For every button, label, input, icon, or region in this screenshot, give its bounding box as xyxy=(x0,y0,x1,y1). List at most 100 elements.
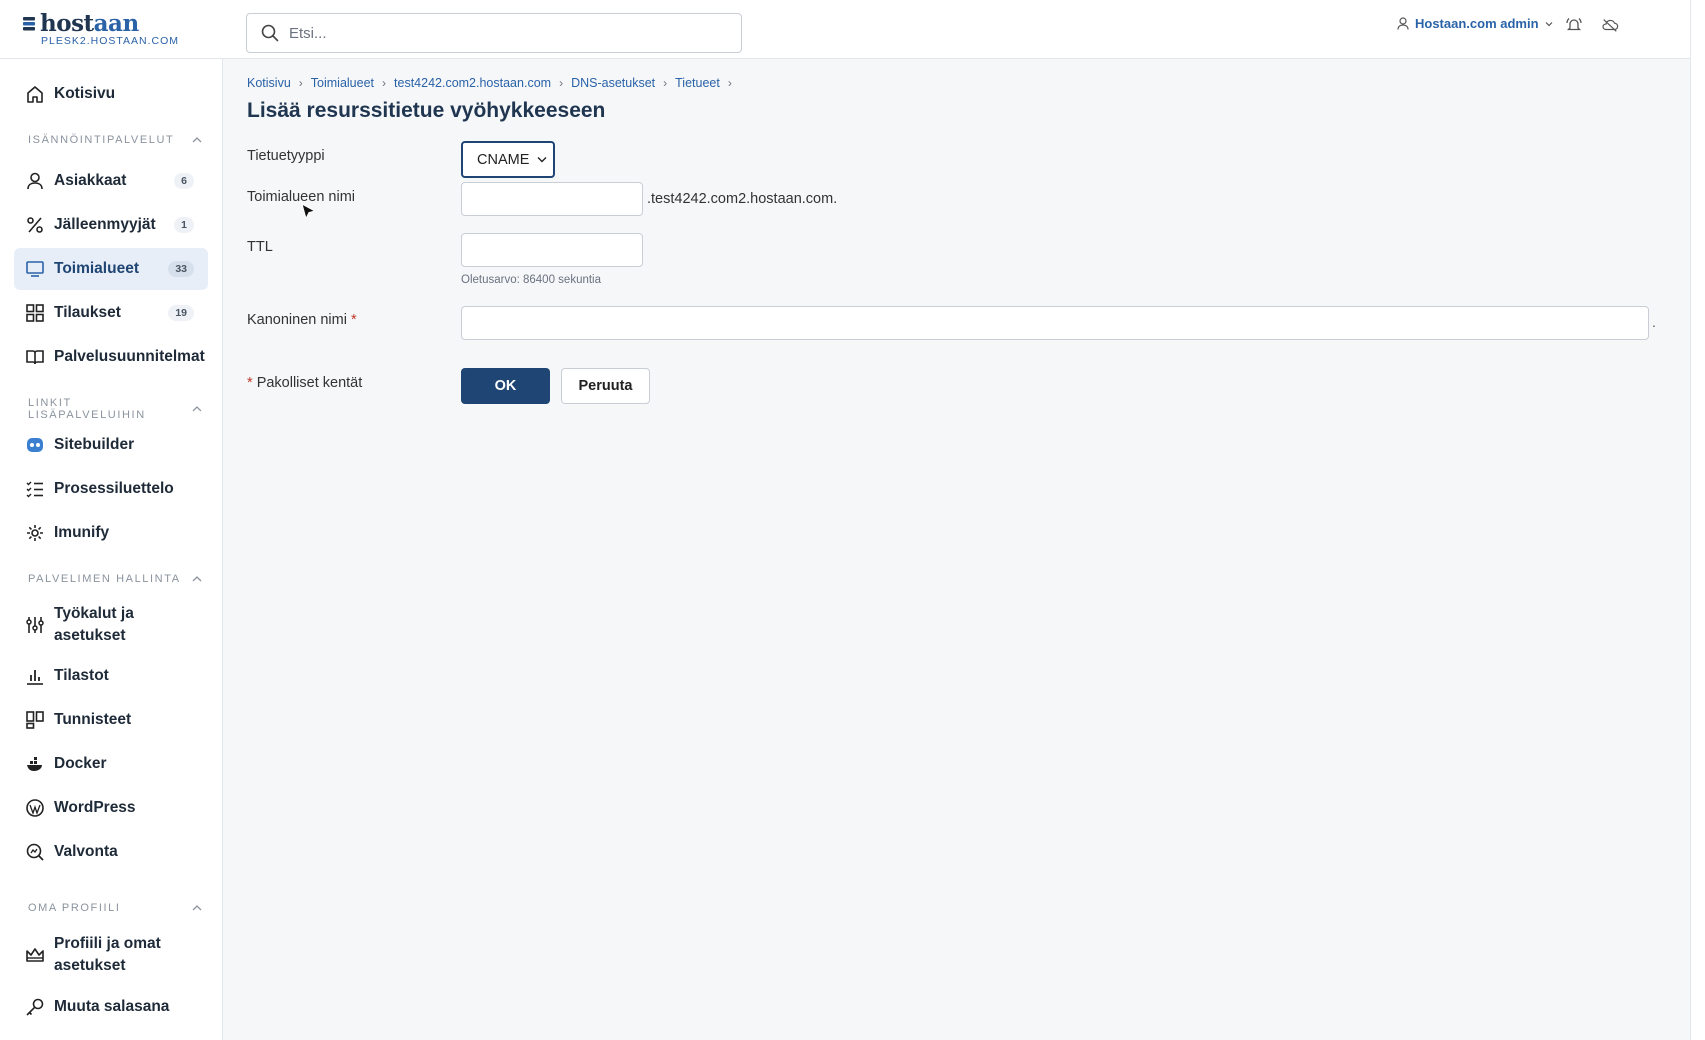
sliders-icon xyxy=(25,615,45,635)
count-badge: 33 xyxy=(168,261,194,277)
sidebar-item-domains[interactable]: Toimialueet 33 xyxy=(14,248,208,290)
sidebar-item-tools[interactable]: Työkalut ja asetukset xyxy=(14,599,208,651)
wordpress-icon xyxy=(25,798,45,818)
ttl-field[interactable] xyxy=(461,233,643,267)
bell-icon[interactable] xyxy=(1565,16,1583,34)
domain-suffix: .test4242.com2.hostaan.com. xyxy=(647,191,838,207)
chevron-right-icon: › xyxy=(727,76,732,90)
sidebar-item-processes[interactable]: Prosessiluettelo xyxy=(14,468,208,510)
brand-logo[interactable]: hostaan PLESK2.HOSTAAN.COM xyxy=(22,10,179,47)
gear-icon xyxy=(25,523,45,543)
section-title: LINKIT LISÄPALVELUIHIN xyxy=(28,397,146,421)
scrollbar-track[interactable] xyxy=(1690,0,1705,1040)
layout-icon xyxy=(25,710,45,730)
section-header-hosting[interactable]: ISÄNNÖINTIPALVELUT xyxy=(28,134,202,146)
record-type-select[interactable]: CNAME xyxy=(461,141,555,178)
canonical-suffix: . xyxy=(1652,314,1656,330)
bar-chart-icon xyxy=(25,666,45,686)
required-note: * Pakolliset kentät xyxy=(247,375,363,391)
ttl-label: TTL xyxy=(247,239,273,255)
chevron-down-icon xyxy=(537,157,547,163)
user-icon xyxy=(1397,17,1409,30)
cancel-button[interactable]: Peruuta xyxy=(561,368,650,404)
sidebar-item-wordpress[interactable]: WordPress xyxy=(14,787,208,829)
search-icon xyxy=(261,24,279,42)
canonical-name-field[interactable] xyxy=(461,306,1649,340)
chevron-down-icon xyxy=(1545,21,1552,26)
record-type-label: Tietuetyyppi xyxy=(247,148,325,164)
ok-button[interactable]: OK xyxy=(461,368,550,404)
breadcrumb-link[interactable]: DNS-asetukset xyxy=(571,76,655,90)
user-menu[interactable]: Hostaan.com admin xyxy=(1397,16,1553,31)
cloud-icon[interactable] xyxy=(1601,16,1619,34)
chevron-up-icon xyxy=(192,576,202,582)
checklist-icon xyxy=(25,479,45,499)
chevron-right-icon: › xyxy=(298,76,303,90)
count-badge: 1 xyxy=(174,217,194,233)
section-header-profile[interactable]: OMA PROFIILI xyxy=(28,902,202,914)
sidebar-item-imunify[interactable]: Imunify xyxy=(14,512,208,554)
chevron-up-icon xyxy=(192,406,202,412)
sidebar-item-label: Asiakkaat xyxy=(54,172,127,189)
search-box[interactable] xyxy=(246,13,742,53)
magnifier-chart-icon xyxy=(25,842,45,862)
canonical-name-label: Kanoninen nimi * xyxy=(247,312,357,328)
sidebar-item-home[interactable]: Kotisivu xyxy=(14,73,208,115)
user-icon xyxy=(25,171,45,191)
sidebar-item-label: Valvonta xyxy=(54,843,118,860)
sidebar-item-customers[interactable]: Asiakkaat 6 xyxy=(14,160,208,202)
home-icon xyxy=(25,84,45,104)
percent-icon xyxy=(25,215,45,235)
sidebar-item-label: Tilastot xyxy=(54,667,109,684)
chevron-right-icon: › xyxy=(559,76,564,90)
user-name: Hostaan.com admin xyxy=(1415,16,1539,31)
sidebar-item-docker[interactable]: Docker xyxy=(14,743,208,785)
ttl-hint: Oletusarvo: 86400 sekuntia xyxy=(461,274,602,286)
sidebar-item-password[interactable]: Muuta salasana xyxy=(14,986,208,1028)
count-badge: 6 xyxy=(174,173,194,189)
section-title: OMA PROFIILI xyxy=(28,902,121,914)
sidebar-item-label: Jälleenmyyjät xyxy=(54,216,156,233)
chevron-up-icon xyxy=(192,137,202,143)
chevron-up-icon xyxy=(192,905,202,911)
monitor-icon xyxy=(25,259,45,279)
required-marker: * xyxy=(247,375,253,391)
sidebar-item-stats[interactable]: Tilastot xyxy=(14,655,208,697)
section-header-links[interactable]: LINKIT LISÄPALVELUIHIN xyxy=(28,397,202,421)
breadcrumb-link[interactable]: Kotisivu xyxy=(247,76,291,90)
book-icon xyxy=(25,347,45,367)
sidebar-item-label: Palvelusuunnitelmat xyxy=(54,348,205,365)
domain-name-field[interactable] xyxy=(461,182,643,216)
sidebar-item-sitebuilder[interactable]: Sitebuilder xyxy=(14,424,208,466)
chevron-right-icon: › xyxy=(663,76,668,90)
sidebar-item-subscriptions[interactable]: Tilaukset 19 xyxy=(14,292,208,334)
page-title: Lisää resurssitietue vyöhykkeeseen xyxy=(247,99,606,122)
breadcrumb-link[interactable]: Tietueet xyxy=(675,76,720,90)
sidebar-item-label: WordPress xyxy=(54,799,136,816)
brand-name: hostaan xyxy=(40,10,139,37)
sidebar-item-label: Tunnisteet xyxy=(54,711,132,728)
sidebar-item-resellers[interactable]: Jälleenmyyjät 1 xyxy=(14,204,208,246)
sidebar-item-label: Muuta salasana xyxy=(54,998,170,1015)
sidebar-item-profile[interactable]: Profiili ja omat asetukset xyxy=(14,929,208,981)
breadcrumb: Kotisivu › Toimialueet › test4242.com2.h… xyxy=(247,76,740,90)
sidebar-item-label: Työkalut ja asetukset xyxy=(54,605,134,644)
count-badge: 19 xyxy=(168,305,194,321)
section-title: PALVELIMEN HALLINTA xyxy=(28,573,181,585)
section-title: ISÄNNÖINTIPALVELUT xyxy=(28,134,175,146)
record-type-value: CNAME xyxy=(477,151,530,168)
sidebar-item-plans[interactable]: Palvelusuunnitelmat xyxy=(14,336,208,378)
breadcrumb-link[interactable]: Toimialueet xyxy=(311,76,374,90)
search-input[interactable] xyxy=(289,24,709,42)
sidebar-item-monitoring[interactable]: Valvonta xyxy=(14,831,208,873)
section-header-server[interactable]: PALVELIMEN HALLINTA xyxy=(28,573,202,585)
server-stack-icon xyxy=(23,16,35,30)
sidebar-item-ids[interactable]: Tunnisteet xyxy=(14,699,208,741)
sidebar-item-label: Imunify xyxy=(54,524,110,541)
crown-icon xyxy=(25,945,45,965)
chevron-right-icon: › xyxy=(382,76,387,90)
mouse-pointer-icon xyxy=(301,203,317,220)
sidebar-item-label: Toimialueet xyxy=(54,260,139,277)
breadcrumb-link[interactable]: test4242.com2.hostaan.com xyxy=(394,76,551,90)
top-bar: hostaan PLESK2.HOSTAAN.COM Hostaan.com a… xyxy=(0,0,1690,59)
